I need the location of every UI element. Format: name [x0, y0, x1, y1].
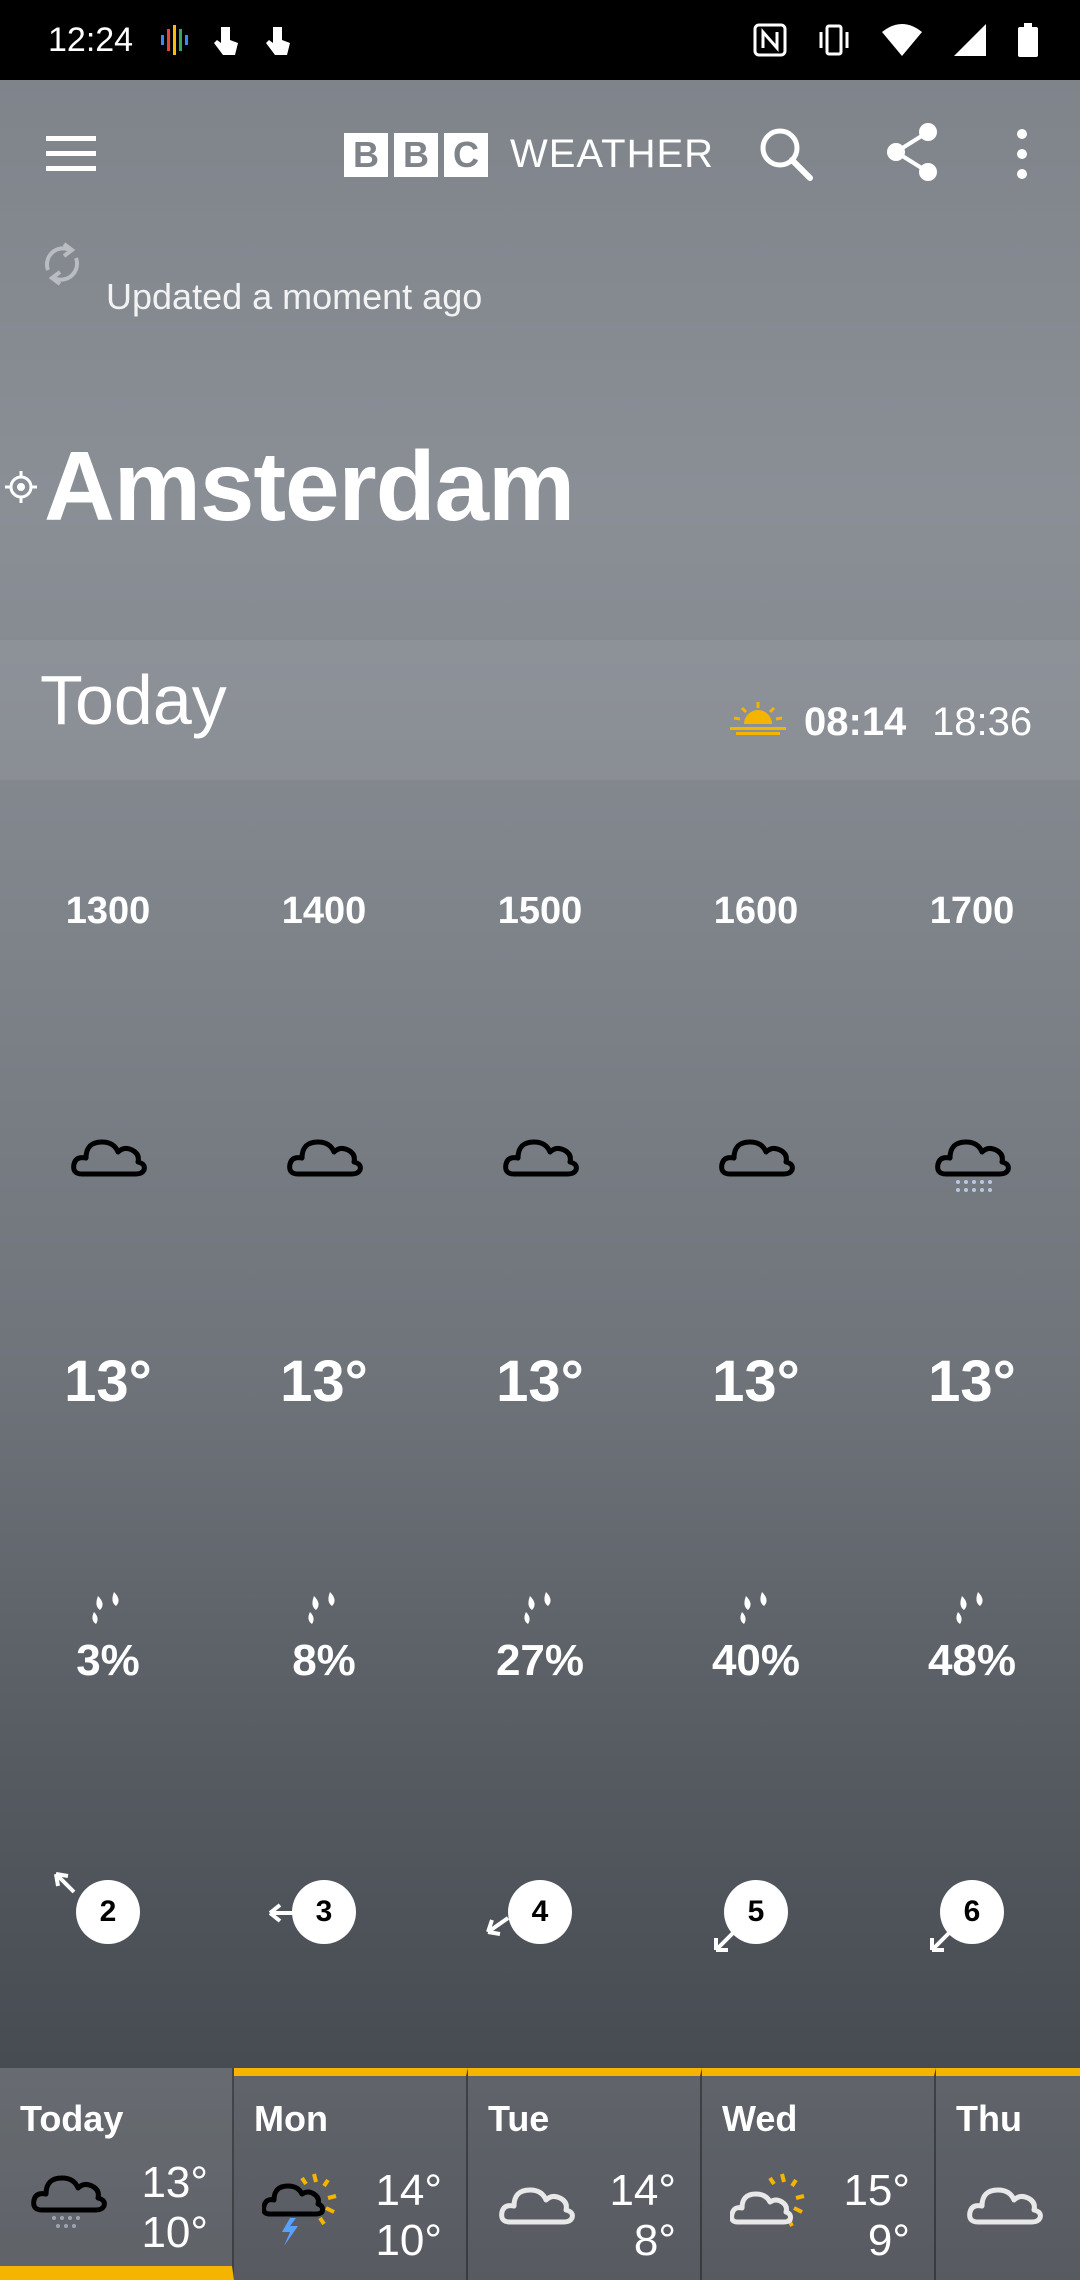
cloud-icon	[503, 1139, 579, 1177]
hourly-column[interactable]: 1400 13° 8% 3	[216, 780, 432, 2070]
day-name: Mon	[254, 2098, 328, 2139]
today-header: Today 08:14 18:36	[0, 640, 1080, 780]
touch-icon	[214, 27, 239, 55]
wind-direction-arrow-icon	[54, 1872, 76, 1894]
signal-icon	[954, 24, 986, 56]
precipitation-icon	[524, 1592, 551, 1624]
day-tab-mon[interactable]: Mon 14° 10°	[234, 2068, 468, 2280]
wind-speed-badge: 6	[940, 1880, 1004, 1944]
day-high-temp: 15°	[843, 2166, 910, 2215]
cloud-icon	[967, 2187, 1043, 2225]
cloud-icon	[287, 1139, 363, 1177]
refresh-icon[interactable]	[40, 240, 84, 288]
hourly-forecast[interactable]: 1300 13° 3% 2 1400 13° 8% 3 1500 13° 27%…	[0, 780, 1080, 2070]
day-name: Tue	[488, 2098, 550, 2139]
day-low-temp: 9°	[867, 2216, 910, 2265]
day-low-temp: 8°	[633, 2216, 676, 2265]
drizzle-cloud-icon	[31, 2175, 107, 2228]
search-icon[interactable]	[756, 124, 816, 184]
logo-letter: C	[444, 132, 488, 177]
day-tab-tue[interactable]: Tue 14° 8°	[468, 2068, 702, 2280]
city-name: Amsterdam	[44, 431, 575, 541]
hourly-column[interactable]: 1600 13° 40% 5	[648, 780, 864, 2070]
hour-label: 1500	[497, 890, 583, 932]
location-target-icon	[5, 470, 37, 503]
hourly-column[interactable]: 1500 13° 27% 4	[432, 780, 648, 2070]
precipitation-icon	[308, 1592, 335, 1624]
day-high-temp: 13°	[141, 2158, 208, 2207]
daily-forecast-tabs[interactable]: Today 13° 10° Mon 14° 10° Tue 14° 8° Wed…	[0, 2068, 1080, 2280]
day-name: Today	[20, 2098, 124, 2139]
battery-icon	[1018, 23, 1038, 57]
day-high-temp: 14°	[375, 2166, 442, 2215]
cloud-icon	[499, 2187, 575, 2225]
day-low-temp: 10°	[141, 2208, 208, 2257]
wind-speed-badge: 3	[292, 1880, 356, 1944]
hour-temperature: 13°	[64, 1349, 152, 1414]
precipitation-chance: 48%	[927, 1636, 1017, 1685]
hour-temperature: 13°	[496, 1349, 584, 1414]
touch-icon	[266, 27, 291, 55]
hamburger-menu-icon[interactable]	[44, 130, 100, 178]
hour-label: 1600	[713, 890, 799, 932]
thunder-sun-cloud-icon	[262, 2173, 337, 2246]
hour-label: 1700	[929, 890, 1015, 932]
hour-temperature: 13°	[928, 1349, 1016, 1414]
hourly-column[interactable]: 1300 13° 3% 2	[0, 780, 216, 2070]
day-low-temp: 10°	[375, 2216, 442, 2265]
nfc-icon	[753, 23, 787, 57]
precipitation-chance: 27%	[495, 1636, 585, 1685]
vibrate-icon	[819, 24, 849, 56]
sunset-time: 18:36	[932, 700, 1033, 744]
wind-speed-badge: 5	[724, 1880, 788, 1944]
day-tab-wed[interactable]: Wed 15° 9°	[702, 2068, 936, 2280]
precipitation-icon	[92, 1592, 119, 1624]
app-bar: B B C WEATHER	[0, 80, 1080, 230]
bbc-weather-logo: B B C WEATHER	[344, 132, 714, 177]
share-icon[interactable]	[884, 122, 940, 182]
more-options-icon[interactable]	[1004, 124, 1040, 184]
day-name: Wed	[722, 2098, 798, 2139]
day-name: Thu	[956, 2098, 1022, 2139]
day-tab-today[interactable]: Today 13° 10°	[0, 2068, 234, 2280]
cloud-icon	[719, 1139, 795, 1177]
sun-cloud-icon	[730, 2173, 805, 2227]
day-tab-thu[interactable]: Thu	[936, 2068, 1080, 2280]
sunrise-time: 08:14	[804, 700, 907, 744]
logo-letter: B	[344, 132, 388, 177]
podcast-icon	[161, 25, 189, 55]
precipitation-chance: 8%	[292, 1636, 356, 1685]
sunrise-icon	[730, 702, 786, 735]
wind-speed-badge: 2	[76, 1880, 140, 1944]
today-label: Today	[40, 661, 227, 739]
precipitation-chance: 3%	[76, 1636, 140, 1685]
hour-temperature: 13°	[280, 1349, 368, 1414]
day-high-temp: 14°	[609, 2166, 676, 2215]
logo-letter: B	[394, 132, 438, 177]
wind-speed-badge: 4	[508, 1880, 572, 1944]
status-bar: 12:24	[0, 0, 1080, 80]
hourly-column[interactable]: 1700 13° 48% 6	[864, 780, 1080, 2070]
cloud-icon	[71, 1139, 147, 1177]
hour-temperature: 13°	[712, 1349, 800, 1414]
logo-word: WEATHER	[510, 132, 715, 176]
wifi-icon	[882, 24, 922, 56]
status-time: 12:24	[48, 20, 134, 59]
hour-label: 1300	[65, 890, 151, 932]
updated-text: Updated a moment ago	[106, 276, 483, 317]
update-status: Updated a moment ago	[40, 240, 482, 318]
hour-label: 1400	[281, 890, 367, 932]
precipitation-icon	[956, 1592, 983, 1624]
location-header: Amsterdam	[0, 430, 575, 543]
precipitation-chance: 40%	[711, 1636, 801, 1685]
precipitation-icon	[740, 1592, 767, 1624]
drizzle-cloud-icon	[935, 1139, 1011, 1192]
